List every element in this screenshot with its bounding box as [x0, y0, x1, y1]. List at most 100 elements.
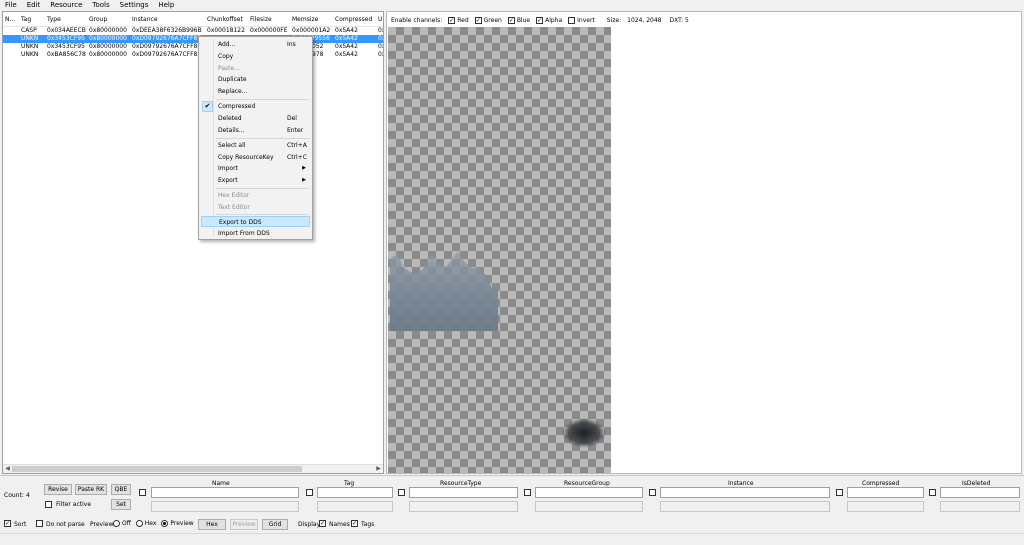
- resourcetype-filter-checkbox[interactable]: [398, 489, 405, 496]
- menu-file[interactable]: File: [0, 0, 22, 10]
- menu-item-label: Copy: [218, 53, 234, 60]
- column-header-instance[interactable]: Instance: [132, 16, 158, 23]
- status-bar: [0, 533, 1024, 545]
- names-checkbox[interactable]: ✓: [319, 520, 326, 527]
- horizontal-scrollbar[interactable]: ◀ ▶: [3, 464, 383, 473]
- resourcegroup-filter-header: ResourceGroup: [564, 480, 610, 487]
- menu-item-label: Deleted: [218, 115, 242, 122]
- cell-unknown: 0x: [378, 51, 383, 58]
- isdeleted-filter-checkbox[interactable]: [929, 489, 936, 496]
- menu-item-export-to-dds[interactable]: Export to DDS: [201, 216, 310, 227]
- menu-item-copy-resourcekey[interactable]: Copy ResourceKey Ctrl+C: [201, 152, 310, 163]
- menu-item-shortcut: Enter: [287, 127, 304, 134]
- menu-item-deleted[interactable]: Deleted Del: [201, 113, 310, 124]
- isdeleted-filter-input[interactable]: [940, 487, 1020, 498]
- column-header-number[interactable]: N...: [5, 16, 15, 23]
- menu-resource[interactable]: Resource: [45, 0, 87, 10]
- menu-item-import[interactable]: Import ▶: [201, 163, 310, 174]
- scroll-left-icon[interactable]: ◀: [3, 465, 12, 473]
- column-header-filesize[interactable]: Filesize: [250, 16, 272, 23]
- menu-help[interactable]: Help: [153, 0, 179, 10]
- column-header-memsize[interactable]: Memsize: [292, 16, 318, 23]
- invert-checkbox[interactable]: [568, 16, 576, 24]
- menu-item-label: Export: [218, 177, 238, 184]
- resource-list[interactable]: N... Tag Type Group Instance Chunkoffset…: [2, 11, 384, 474]
- cell-instance: 0xDEEA38F6326B996B: [132, 27, 202, 34]
- compressed-filter-value: [847, 501, 924, 512]
- hex-button[interactable]: Hex: [198, 519, 226, 530]
- table-row[interactable]: CASP 0x034AEECB 0x80000000 0xDEEA38F6326…: [3, 27, 383, 35]
- grid-button[interactable]: Grid: [262, 519, 288, 530]
- menu-item-hex-editor: Hex Editor: [201, 190, 310, 201]
- green-channel-checkbox[interactable]: ✓: [474, 16, 482, 24]
- column-header-tag[interactable]: Tag: [21, 16, 31, 23]
- menu-item-compressed[interactable]: ✔ Compressed: [201, 101, 310, 112]
- texture-blob: [562, 418, 606, 448]
- column-header-group[interactable]: Group: [89, 16, 107, 23]
- menu-settings[interactable]: Settings: [115, 0, 154, 10]
- menu-item-import-from-dds[interactable]: Import From DDS: [201, 228, 310, 239]
- menu-separator: [216, 99, 309, 100]
- hex-radio[interactable]: [135, 520, 143, 527]
- red-channel-checkbox[interactable]: ✓: [448, 16, 456, 24]
- sort-checkbox[interactable]: ✓: [4, 520, 11, 527]
- table-row[interactable]: UNKN 0xBA856C78 0x80000000 0xD09792676A7…: [3, 51, 383, 59]
- column-header-chunkoffset[interactable]: Chunkoffset: [207, 16, 243, 23]
- red-channel-label: Red: [457, 16, 469, 24]
- menu-item-replace[interactable]: Replace...: [201, 86, 310, 97]
- cell-group: 0x80000000: [89, 35, 127, 42]
- name-filter-input[interactable]: [151, 487, 299, 498]
- name-filter-checkbox[interactable]: [139, 489, 146, 496]
- menu-tools[interactable]: Tools: [87, 0, 114, 10]
- table-row[interactable]: UNKN 0x3453CF95 0x80000000 0xD09792676A7…: [3, 43, 383, 51]
- cell-chunkoffset: 0x00018122: [207, 27, 245, 34]
- preview-radio[interactable]: [161, 520, 169, 527]
- compressed-filter-input[interactable]: [847, 487, 924, 498]
- menu-item-export[interactable]: Export ▶: [201, 175, 310, 186]
- resourcegroup-filter-input[interactable]: [535, 487, 643, 498]
- alpha-channel-checkbox[interactable]: ✓: [536, 16, 544, 24]
- revise-button[interactable]: Revise: [44, 484, 72, 495]
- menu-item-duplicate[interactable]: Duplicate: [201, 74, 310, 85]
- instance-filter-input[interactable]: [660, 487, 830, 498]
- compressed-filter-checkbox[interactable]: [836, 489, 843, 496]
- column-header-type[interactable]: Type: [47, 16, 61, 23]
- resourcetype-filter-input[interactable]: [409, 487, 518, 498]
- menu-item-shortcut: Del: [287, 115, 297, 122]
- preview-pane: Enable channels: ✓ Red ✓ Green ✓ Blue ✓ Alph…: [386, 11, 1022, 474]
- tag-filter-value: [317, 501, 393, 512]
- menu-item-label: Duplicate: [218, 76, 247, 83]
- menu-item-shortcut: Ins: [287, 41, 296, 48]
- menu-item-label: Import From DDS: [218, 230, 270, 237]
- column-header-compressed[interactable]: Compressed: [335, 16, 372, 23]
- paste-rk-button[interactable]: Paste RK: [75, 484, 107, 495]
- blue-channel-checkbox[interactable]: ✓: [507, 16, 515, 24]
- preview-mode-group: Off Hex Preview: [110, 520, 194, 527]
- qbe-button[interactable]: QBE: [111, 484, 131, 495]
- menu-item-add[interactable]: Add... Ins: [201, 39, 310, 50]
- tag-filter-input[interactable]: [317, 487, 393, 498]
- set-button[interactable]: Set: [111, 499, 131, 510]
- cell-type: 0x034AEECB: [47, 27, 86, 34]
- do-not-parse-checkbox[interactable]: [36, 520, 43, 527]
- resourcegroup-filter-checkbox[interactable]: [524, 489, 531, 496]
- menu-item-label: Copy ResourceKey: [218, 154, 274, 161]
- isdeleted-filter-header: IsDeleted: [962, 480, 991, 487]
- table-row-selected[interactable]: UNKN 0x3453CF95 0x80000000 0xD09792676A7…: [3, 35, 383, 43]
- off-radio[interactable]: [113, 520, 120, 527]
- menu-item-details[interactable]: Details... Enter: [201, 125, 310, 136]
- menu-edit[interactable]: Edit: [22, 0, 46, 10]
- channel-toolbar: Enable channels: ✓ Red ✓ Green ✓ Blue ✓ Alph…: [391, 15, 689, 25]
- menu-item-shortcut: Ctrl+C: [287, 154, 307, 161]
- tag-filter-checkbox[interactable]: [306, 489, 313, 496]
- menu-item-select-all[interactable]: Select all Ctrl+A: [201, 140, 310, 151]
- menu-bar: File Edit Resource Tools Settings Help: [0, 0, 1024, 10]
- off-radio-label: Off: [122, 520, 131, 527]
- filter-active-checkbox[interactable]: [45, 501, 52, 508]
- instance-filter-checkbox[interactable]: [649, 489, 656, 496]
- column-header-unknown[interactable]: U: [378, 16, 382, 23]
- scroll-right-icon[interactable]: ▶: [374, 465, 383, 473]
- tags-checkbox[interactable]: ✓: [351, 520, 358, 527]
- menu-item-copy[interactable]: Copy: [201, 51, 310, 62]
- scrollbar-thumb[interactable]: [12, 466, 302, 472]
